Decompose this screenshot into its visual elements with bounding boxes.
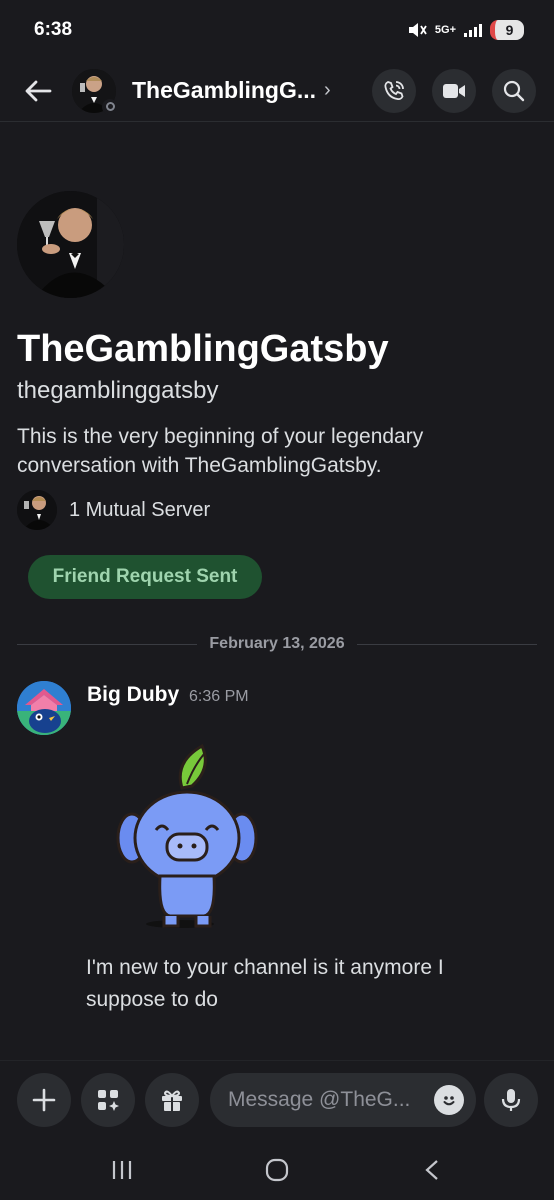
emoji-icon — [443, 1096, 455, 1106]
battery-indicator: 9 — [490, 20, 524, 40]
microphone-icon — [501, 1089, 521, 1111]
divider-line — [17, 643, 198, 645]
call-icon — [384, 80, 404, 100]
video-icon — [443, 83, 465, 98]
mutual-servers[interactable]: 1 Mutual Server — [17, 490, 210, 530]
chevron-right-icon[interactable]: › — [324, 79, 331, 102]
add-attachment-button[interactable] — [17, 1073, 71, 1127]
author-avatar[interactable] — [17, 681, 71, 735]
message-input[interactable] — [228, 1088, 434, 1112]
divider-line — [356, 643, 538, 645]
divider-date: February 13, 2026 — [209, 635, 345, 652]
username: thegamblinggatsby — [17, 377, 219, 404]
mutual-servers-label: 1 Mutual Server — [69, 498, 211, 521]
server-avatar — [17, 490, 57, 530]
message-composer — [0, 1060, 554, 1140]
network-label: 5G+ — [434, 24, 456, 36]
wumpus-icon — [116, 743, 258, 928]
home-button[interactable] — [259, 1154, 295, 1186]
header-title[interactable]: TheGamblingG... — [132, 77, 316, 104]
back-arrow-icon — [25, 80, 52, 101]
call-button[interactable] — [372, 68, 416, 113]
status-bar: 6:38 5G+ 9 — [0, 0, 554, 60]
recent-apps-icon — [112, 1161, 132, 1179]
voice-message-button[interactable] — [484, 1073, 538, 1127]
date-divider: February 13, 2026 — [17, 632, 538, 656]
search-icon — [503, 80, 525, 101]
video-call-button[interactable] — [432, 68, 476, 113]
message-input-container[interactable] — [210, 1073, 476, 1127]
recent-apps-button[interactable] — [104, 1154, 140, 1186]
message-author[interactable]: Big Duby — [87, 683, 179, 707]
display-name: TheGamblingGatsby — [17, 328, 389, 370]
message-text: I'm new to your channel is it anymore I … — [86, 956, 444, 1011]
home-icon — [265, 1158, 289, 1182]
system-navigation-bar — [0, 1140, 554, 1200]
back-button[interactable] — [18, 71, 58, 111]
signal-icon — [464, 24, 482, 37]
plus-icon — [32, 1088, 56, 1112]
header-avatar-wrap[interactable] — [72, 68, 118, 115]
profile-avatar[interactable] — [17, 191, 124, 298]
status-icons: 5G+ 9 — [407, 20, 524, 40]
gift-button[interactable] — [145, 1073, 199, 1127]
message-timestamp: 6:36 PM — [189, 688, 249, 705]
status-indicator — [102, 98, 118, 115]
mute-icon — [408, 23, 427, 37]
friend-request-sent-button[interactable]: Friend Request Sent — [28, 555, 262, 599]
header-actions — [372, 68, 536, 113]
intro-text: This is the very beginning of your legen… — [17, 425, 424, 477]
back-nav-icon — [425, 1160, 438, 1180]
status-time: 6:38 — [34, 19, 73, 40]
apps-button[interactable] — [81, 1073, 135, 1127]
chat-header: TheGamblingG... › — [0, 60, 554, 122]
wumpus-sticker[interactable] — [112, 738, 262, 930]
emoji-button[interactable] — [434, 1085, 464, 1115]
back-nav-button[interactable] — [414, 1154, 450, 1186]
gift-icon — [162, 1090, 182, 1111]
search-button[interactable] — [492, 68, 536, 113]
apps-icon — [98, 1090, 119, 1111]
